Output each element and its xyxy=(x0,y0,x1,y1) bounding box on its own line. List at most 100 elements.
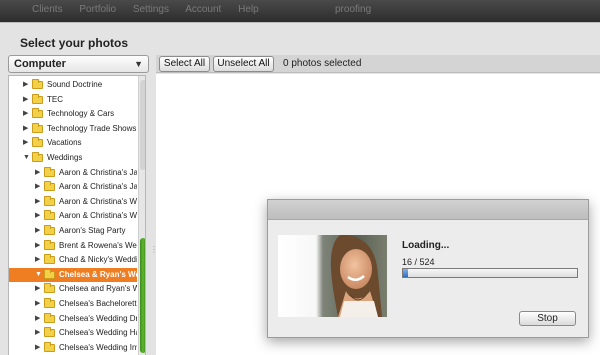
folder-icon xyxy=(32,108,43,119)
selection-count: 0 photos selected xyxy=(283,58,362,69)
expand-triangle-right-icon[interactable]: ▶ xyxy=(23,136,31,150)
expand-triangle-right-icon[interactable]: ▶ xyxy=(23,93,31,107)
tree-item-label: Aaron & Christina's Jack & xyxy=(59,167,137,177)
tree-item-label: Sound Doctrine xyxy=(47,80,103,89)
tree-item-label: Chelsea's Wedding Hair Trial xyxy=(59,328,137,338)
loading-title: Loading... xyxy=(402,240,450,251)
tree-item-label: Vacations xyxy=(47,138,82,148)
tree-item-label: Aaron & Christina's Wedding xyxy=(59,211,137,221)
expand-triangle-right-icon[interactable]: ▶ xyxy=(35,224,43,238)
tree-item-label: Chad & Nicky's Wedding xyxy=(59,255,137,265)
tree-item[interactable]: ▶ Chad & Nicky's Wedding xyxy=(9,253,137,267)
folder-icon xyxy=(32,137,43,148)
tree-item[interactable]: ▶ Aaron's Stag Party xyxy=(9,224,137,238)
folder-icon xyxy=(44,166,55,177)
expand-triangle-right-icon[interactable]: ▶ xyxy=(35,239,43,253)
tree-item-label: Chelsea's Wedding Dress xyxy=(59,313,137,323)
folder-icon xyxy=(44,327,55,338)
tree-item[interactable]: ▶ Vacations xyxy=(9,136,137,150)
tree-item[interactable]: ▶ Aaron & Christina's Wedding xyxy=(9,209,137,223)
folder-icon xyxy=(44,181,55,192)
tree-scrollbar[interactable] xyxy=(138,76,145,355)
folder-icon xyxy=(44,298,55,308)
menu-item[interactable]: Clients xyxy=(32,4,63,15)
tree-item-label: Brent & Rowena's Wedding xyxy=(59,240,137,250)
expand-triangle-right-icon[interactable]: ▶ xyxy=(35,312,43,326)
menu-item[interactable]: Help xyxy=(238,4,259,15)
expand-triangle-right-icon[interactable]: ▶ xyxy=(35,195,43,209)
select-all-button[interactable]: Select All xyxy=(159,56,210,72)
progress-bar xyxy=(402,268,578,278)
tree-item[interactable]: ▶ Aaron & Christina's Wedding xyxy=(9,195,137,209)
loading-dialog-titlebar[interactable] xyxy=(268,200,588,220)
tree-item-label: Technology & Cars xyxy=(47,109,115,119)
scrollbar-thumb[interactable] xyxy=(140,238,145,353)
menu-item[interactable]: Settings xyxy=(133,4,169,15)
dialog-title: Select your photos xyxy=(20,36,129,50)
folder-icon xyxy=(44,341,55,352)
folder-tree: ▶ Chelsea's Wedding Invitations ▶ Chelsea's… xyxy=(8,75,146,355)
selection-toolbar: Select All Unselect All 0 photos selecte… xyxy=(156,55,600,73)
expand-triangle-right-icon[interactable]: ▶ xyxy=(23,78,31,92)
folder-icon xyxy=(32,93,43,104)
source-dropdown[interactable]: Computer ▼ xyxy=(8,55,149,73)
tree-item[interactable]: ▶ Chelsea and Ryan's Wedding xyxy=(9,282,137,296)
tree-item-label: Aaron's Stag Party xyxy=(59,226,126,235)
folder-icon xyxy=(44,312,55,323)
expand-triangle-right-icon[interactable]: ▶ xyxy=(35,297,43,311)
app-menu-bar: Clients Portfolio Settings Account Help … xyxy=(0,0,600,22)
tree-item-label: Chelsea's Bachelorette Party xyxy=(59,299,137,308)
tree-item[interactable]: ▶ Chelsea's Bachelorette Party xyxy=(9,297,137,311)
expand-triangle-right-icon[interactable]: ▶ xyxy=(35,341,43,355)
photo-thumbnail xyxy=(278,235,387,317)
tree-item[interactable]: ▼ Chelsea & Ryan's Wedding xyxy=(9,267,137,282)
tree-item-label: Chelsea and Ryan's Wedding xyxy=(59,284,137,294)
tree-item-label: Technology Trade Shows xyxy=(47,123,137,133)
source-dropdown-value: Computer xyxy=(14,58,66,70)
folder-icon xyxy=(44,268,55,279)
expand-triangle-right-icon[interactable]: ▶ xyxy=(23,122,31,136)
folder-icon xyxy=(44,210,55,221)
folder-icon xyxy=(44,239,55,250)
expand-triangle-down-icon[interactable]: ▼ xyxy=(23,151,31,165)
folder-icon xyxy=(44,254,55,265)
folder-icon xyxy=(32,79,43,89)
expand-triangle-right-icon[interactable]: ▶ xyxy=(35,326,43,340)
tree-item-label: Aaron & Christina's Jack & xyxy=(59,182,137,192)
folder-icon xyxy=(32,122,43,133)
folder-icon xyxy=(44,195,55,206)
expand-triangle-right-icon[interactable]: ▶ xyxy=(35,180,43,194)
splitter-handle-icon[interactable]: ⋮ xyxy=(150,245,158,257)
expand-triangle-right-icon[interactable]: ▶ xyxy=(35,253,43,267)
tree-item-label: Aaron & Christina's Wedding xyxy=(59,196,137,206)
tree-item[interactable]: ▶ TEC xyxy=(9,93,137,107)
expand-triangle-right-icon[interactable]: ▶ xyxy=(35,166,43,180)
folder-icon xyxy=(32,152,43,162)
tree-item[interactable]: ▶ Aaron & Christina's Jack & xyxy=(9,166,137,180)
tree-item-label: Chelsea's Wedding Invitations xyxy=(59,342,137,352)
tree-item[interactable]: ▶ Chelsea's Wedding Hair Trial xyxy=(9,326,137,340)
tree-item[interactable]: ▶ Technology & Cars xyxy=(9,107,137,121)
tree-item-label: TEC xyxy=(47,94,63,104)
expand-triangle-down-icon[interactable]: ▼ xyxy=(35,268,43,282)
tree-item[interactable]: ▶ Brent & Rowena's Wedding xyxy=(9,239,137,253)
chevron-down-icon: ▼ xyxy=(134,59,143,69)
source-panel: Computer ▼ ▶ Chelsea's Wedding Invitation… xyxy=(8,55,149,355)
progress-bar-fill xyxy=(403,269,409,277)
tree-item[interactable]: ▼ Weddings xyxy=(9,151,137,165)
menu-item[interactable]: Account xyxy=(185,4,221,15)
tree-item[interactable]: ▶ Sound Doctrine xyxy=(9,78,137,92)
tree-item[interactable]: ▶ Aaron & Christina's Jack & xyxy=(9,180,137,194)
stop-button[interactable]: Stop xyxy=(519,311,576,326)
progress-count: 16 / 524 xyxy=(402,257,435,267)
menu-item[interactable]: Portfolio xyxy=(79,4,116,15)
expand-triangle-right-icon[interactable]: ▶ xyxy=(35,282,43,296)
unselect-all-button[interactable]: Unselect All xyxy=(213,56,274,72)
expand-triangle-right-icon[interactable]: ▶ xyxy=(35,209,43,223)
expand-triangle-right-icon[interactable]: ▶ xyxy=(23,107,31,121)
tree-item[interactable]: ▶ Chelsea's Wedding Invitations xyxy=(9,341,137,355)
tree-item[interactable]: ▶ Technology Trade Shows xyxy=(9,122,137,136)
tree-item[interactable]: ▶ Chelsea's Wedding Dress xyxy=(9,312,137,326)
folder-icon xyxy=(44,283,55,294)
scrollbar-track-highlight xyxy=(140,80,145,170)
